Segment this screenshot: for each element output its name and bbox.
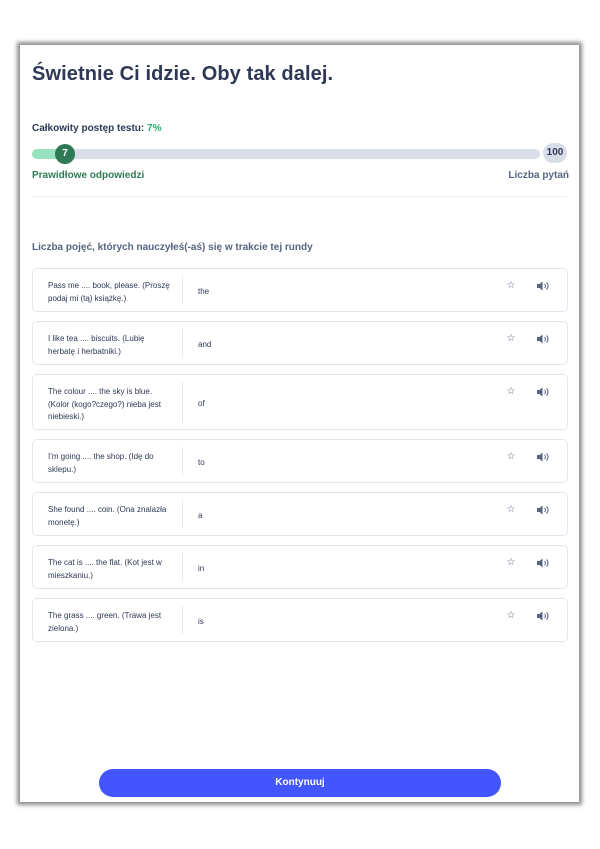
term-row: The colour .... the sky is blue. (Kolor … — [32, 374, 568, 430]
term-text: The cat is .... the flat. (Kot jest w mi… — [48, 558, 162, 580]
term-row: She found .... coin. (Ona znalazła monet… — [32, 492, 568, 536]
term-list: Pass me .... book, please. (Proszę podaj… — [32, 268, 568, 651]
section-title: Liczba pojęć, których nauczyłeś(-aś) się… — [32, 242, 313, 253]
speaker-icon[interactable] — [536, 451, 550, 463]
row-separator — [182, 500, 183, 528]
legend-question-count: Liczba pytań — [508, 170, 569, 181]
divider — [32, 196, 567, 197]
total-count-badge: 100 — [543, 143, 567, 163]
star-icon[interactable]: ☆ — [505, 610, 517, 622]
term-row: The grass .... green. (Trawa jest zielon… — [32, 598, 568, 642]
term-definition: is — [198, 617, 204, 626]
speaker-icon[interactable] — [536, 504, 550, 516]
row-separator — [182, 553, 183, 581]
row-separator — [182, 329, 183, 357]
speaker-icon[interactable] — [536, 333, 550, 345]
row-separator — [182, 606, 183, 634]
term-row: I like tea .... biscuits. (Lubię herbatę… — [32, 321, 568, 365]
term-text: I'm going .... the shop. (Idę do sklepu.… — [48, 452, 154, 474]
page-title: Świetnie Ci idzie. Oby tak dalej. — [32, 63, 334, 85]
star-icon[interactable]: ☆ — [505, 386, 517, 398]
continue-button[interactable]: Kontynuuj — [99, 769, 501, 797]
star-icon[interactable]: ☆ — [505, 333, 517, 345]
speaker-icon[interactable] — [536, 386, 550, 398]
term-text: Pass me .... book, please. (Proszę podaj… — [48, 281, 170, 303]
term-row: Pass me .... book, please. (Proszę podaj… — [32, 268, 568, 312]
correct-count-badge: 7 — [55, 144, 75, 164]
progress-track: 7 — [32, 144, 540, 164]
term-row: I'm going .... the shop. (Idę do sklepu.… — [32, 439, 568, 483]
row-separator — [182, 382, 183, 422]
term-text: I like tea .... biscuits. (Lubię herbatę… — [48, 334, 145, 356]
term-definition: to — [198, 458, 205, 467]
speaker-icon[interactable] — [536, 557, 550, 569]
star-icon[interactable]: ☆ — [505, 451, 517, 463]
term-row: The cat is .... the flat. (Kot jest w mi… — [32, 545, 568, 589]
term-definition: of — [198, 399, 205, 408]
progress-label-text: Całkowity postęp testu: — [32, 123, 145, 134]
term-definition: a — [198, 511, 203, 520]
progress-percent: 7% — [147, 123, 162, 134]
term-text: The grass .... green. (Trawa jest zielon… — [48, 611, 162, 633]
speaker-icon[interactable] — [536, 610, 550, 622]
row-separator — [182, 276, 183, 304]
row-separator — [182, 447, 183, 475]
term-definition: the — [198, 287, 210, 296]
term-definition: in — [198, 564, 205, 573]
legend-correct-answers: Prawidłowe odpowiedzi — [32, 170, 145, 181]
star-icon[interactable]: ☆ — [505, 557, 517, 569]
results-card: Świetnie Ci idzie. Oby tak dalej. Całkow… — [20, 45, 579, 802]
star-icon[interactable]: ☆ — [505, 280, 517, 292]
speaker-icon[interactable] — [536, 280, 550, 292]
star-icon[interactable]: ☆ — [505, 504, 517, 516]
progress-label: Całkowity postęp testu: 7% — [32, 123, 161, 134]
term-text: She found .... coin. (Ona znalazła monet… — [48, 505, 167, 527]
term-definition: and — [198, 340, 212, 349]
term-text: The colour .... the sky is blue. (Kolor … — [48, 387, 161, 421]
